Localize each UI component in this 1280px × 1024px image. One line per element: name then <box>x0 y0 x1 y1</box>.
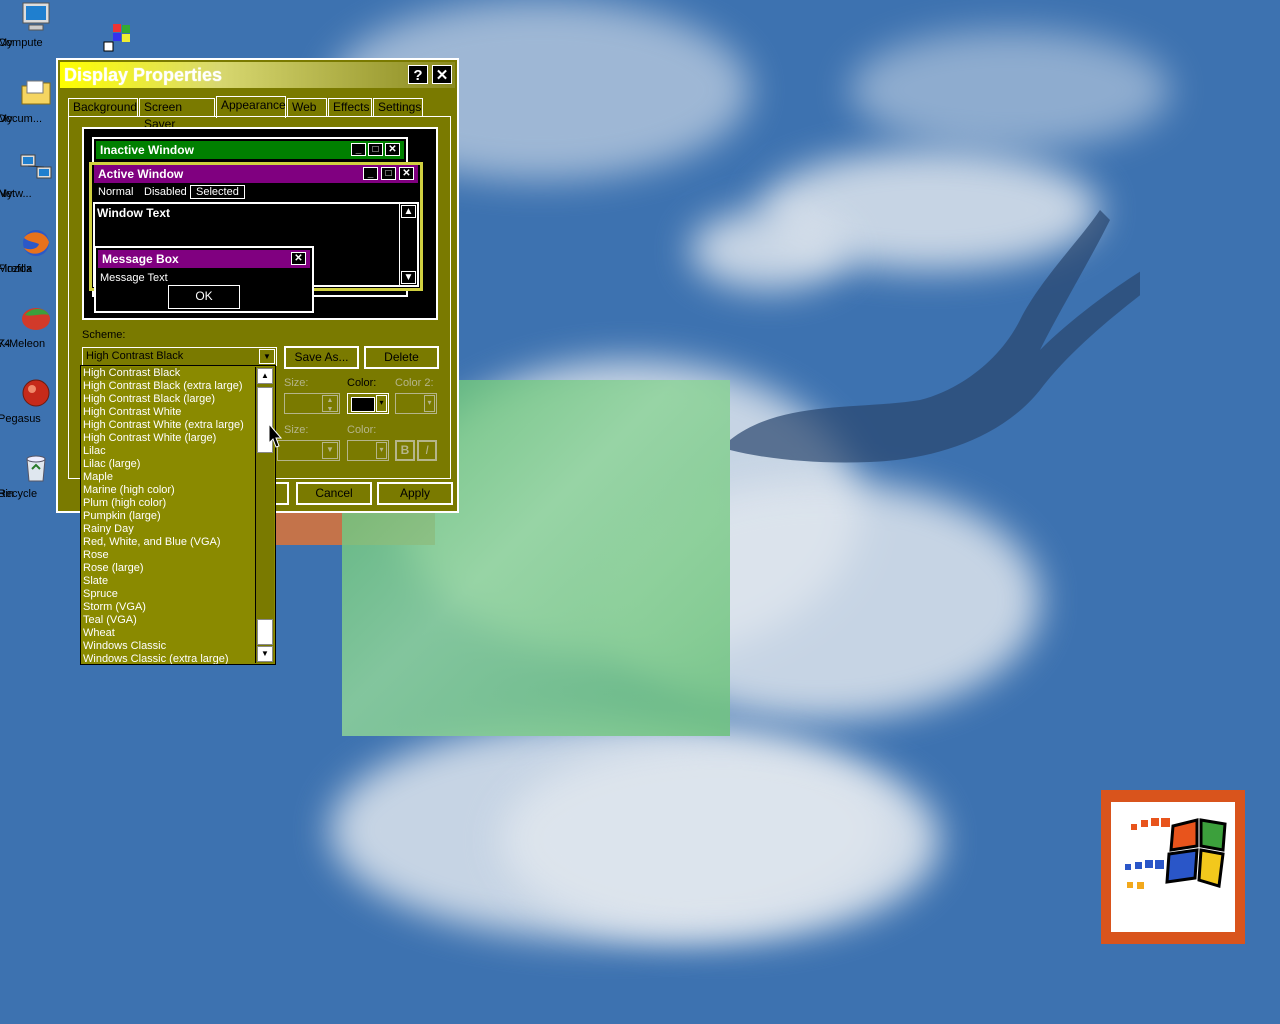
minimize-icon: _ <box>363 167 378 180</box>
inactive-window-title: Inactive Window _ □ ✕ <box>96 141 404 159</box>
kmeleon-icon <box>22 308 50 330</box>
active-window-title: Active Window _ □ ✕ <box>94 165 418 183</box>
tab-screen-saver[interactable]: Screen Saver <box>139 98 215 131</box>
scheme-option[interactable]: Pumpkin (large) <box>83 510 161 523</box>
scheme-option[interactable]: Teal (VGA) <box>83 614 137 627</box>
scheme-option[interactable]: Rose <box>83 549 109 562</box>
scheme-option[interactable]: Windows Classic <box>83 640 166 653</box>
close-button[interactable]: ✕ <box>432 65 452 84</box>
color2-picker[interactable]: ▾ <box>395 393 437 414</box>
pegasus-icon <box>22 379 50 407</box>
scroll-up-icon[interactable]: ▲ <box>257 368 273 384</box>
color-swatch <box>351 397 375 412</box>
scheme-option[interactable]: Slate <box>83 575 108 588</box>
size-label: Size: <box>284 377 309 389</box>
scheme-option[interactable]: Spruce <box>83 588 118 601</box>
scroll-down-icon: ▼ <box>401 271 416 284</box>
preview-message-box: Message Box ✕ Message Text OK <box>94 246 314 313</box>
chevron-down-icon[interactable]: ▾ <box>424 395 435 412</box>
italic-button[interactable]: I <box>417 440 437 461</box>
scroll-thumb-lower <box>257 619 273 645</box>
bold-button[interactable]: B <box>395 440 415 461</box>
scheme-option[interactable]: Lilac <box>83 445 106 458</box>
computer-icon <box>22 2 50 31</box>
windows-flag-icon <box>1125 818 1227 889</box>
scroll-down-icon[interactable]: ▼ <box>257 646 273 662</box>
chevron-down-icon[interactable]: ▾ <box>376 395 387 412</box>
scheme-option[interactable]: High Contrast Black (extra large) <box>83 380 243 393</box>
diver-silhouette <box>730 210 1140 463</box>
font-color-picker[interactable]: ▾ <box>347 440 389 461</box>
scheme-dropdown-list[interactable]: High Contrast Black High Contrast Black (… <box>80 365 276 665</box>
scheme-option[interactable]: Lilac (large) <box>83 458 140 471</box>
apply-button[interactable]: Apply <box>377 482 453 505</box>
message-text: Message Text <box>100 272 168 284</box>
scheme-option[interactable]: Marine (high color) <box>83 484 175 497</box>
chevron-down-icon[interactable]: ▼ <box>259 349 275 364</box>
help-button[interactable]: ? <box>408 65 428 84</box>
save-as-button[interactable]: Save As... <box>284 346 359 369</box>
message-box-title: Message Box ✕ <box>98 250 310 268</box>
menu-normal: Normal <box>98 186 134 198</box>
font-color-label: Color: <box>347 424 377 436</box>
scheme-option[interactable]: High Contrast Black (large) <box>83 393 215 406</box>
delete-button[interactable]: Delete <box>364 346 439 369</box>
close-icon: ✕ <box>399 167 414 180</box>
cancel-button[interactable]: Cancel <box>296 482 372 505</box>
minimize-icon: _ <box>351 143 366 156</box>
spinner-icon[interactable]: ▲ ▼ <box>322 395 338 413</box>
scheme-option[interactable]: Windows Classic (extra large) <box>83 653 228 664</box>
scheme-select[interactable]: High Contrast Black ▼ <box>82 347 277 366</box>
mouse-cursor-icon <box>268 423 282 448</box>
size-spinner[interactable]: ▲ ▼ <box>284 393 340 414</box>
scheme-option[interactable]: High Contrast White (extra large) <box>83 419 244 432</box>
menu-selected: Selected <box>190 185 245 199</box>
maximize-icon: □ <box>368 143 383 156</box>
appearance-preview[interactable]: Inactive Window _ □ ✕ Active Window _ □ … <box>82 127 438 320</box>
windows-update-icon <box>103 24 130 52</box>
dropdown-scrollbar[interactable]: ▲ ▼ <box>255 367 274 663</box>
scheme-option[interactable]: Storm (VGA) <box>83 601 146 614</box>
scheme-option[interactable]: High Contrast White (large) <box>83 432 216 445</box>
font-size-select[interactable]: ▼ <box>277 440 340 461</box>
font-size-label: Size: <box>284 424 309 436</box>
folder-icon <box>21 80 51 105</box>
tab-appearance[interactable]: Appearance <box>216 96 286 118</box>
scheme-option[interactable]: Plum (high color) <box>83 497 166 510</box>
window-text-label: Window Text <box>97 206 170 220</box>
scheme-label: Scheme: <box>82 329 126 341</box>
preview-ok-button: OK <box>168 285 240 309</box>
windows98-logo <box>1101 790 1245 944</box>
desktop-icon-windows-update[interactable] <box>90 22 150 54</box>
close-icon: ✕ <box>291 252 306 265</box>
scheme-option[interactable]: High Contrast Black <box>83 367 181 380</box>
close-icon: ✕ <box>385 143 400 156</box>
tab-settings[interactable]: Settings <box>373 98 423 116</box>
network-icon <box>20 154 52 179</box>
tab-effects[interactable]: Effects <box>328 98 372 116</box>
scheme-option[interactable]: Maple <box>83 471 113 484</box>
tab-background[interactable]: Background <box>68 98 138 116</box>
scheme-option[interactable]: Red, White, and Blue (VGA) <box>83 536 221 549</box>
preview-scrollbar: ▲ ▼ <box>399 204 417 285</box>
firefox-icon <box>23 230 49 256</box>
menu-disabled: Disabled <box>144 186 187 198</box>
chevron-down-icon[interactable]: ▼ <box>322 442 338 459</box>
title-bar[interactable]: Display Properties ? ✕ <box>60 62 455 88</box>
scheme-option[interactable]: Rose (large) <box>83 562 144 575</box>
color-label: Color: <box>347 377 377 389</box>
chevron-down-icon[interactable]: ▾ <box>376 442 387 459</box>
window-title: Display Properties <box>64 65 223 85</box>
tab-web[interactable]: Web <box>287 98 327 116</box>
scheme-option[interactable]: Rainy Day <box>83 523 134 536</box>
scroll-up-icon: ▲ <box>401 205 416 218</box>
scheme-option[interactable]: Wheat <box>83 627 115 640</box>
recycle-bin-icon <box>26 455 46 482</box>
maximize-icon: □ <box>381 167 396 180</box>
color2-label: Color 2: <box>395 377 434 389</box>
scheme-option[interactable]: High Contrast White <box>83 406 181 419</box>
color-picker[interactable]: ▾ <box>347 393 389 414</box>
desktop-icon-my-computer[interactable]: My Compute <box>0 2 74 49</box>
